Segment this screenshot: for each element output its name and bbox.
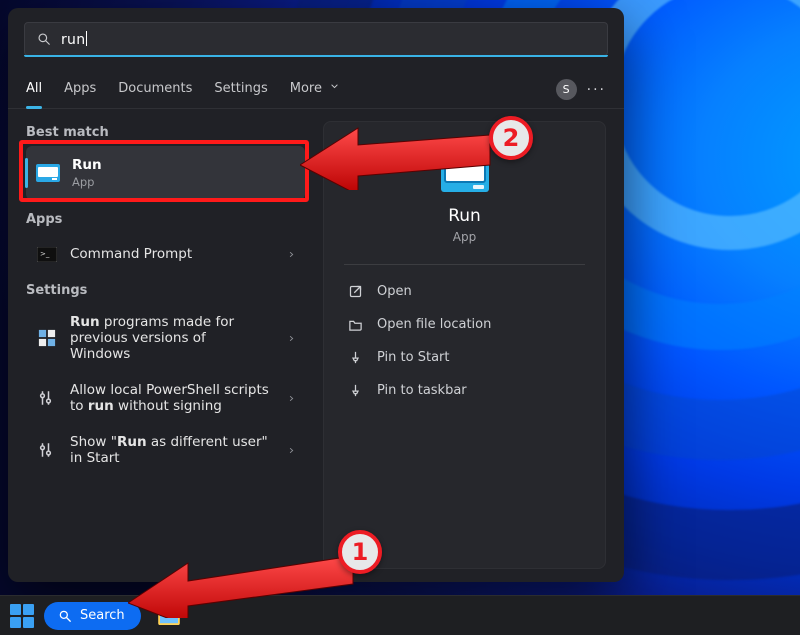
annotation-badge-1: 1 <box>338 530 382 574</box>
taskbar-search-button[interactable]: Search <box>44 602 141 630</box>
open-icon <box>348 284 363 299</box>
result-title: Command Prompt <box>70 246 192 262</box>
tab-all[interactable]: All <box>26 71 42 108</box>
tab-apps[interactable]: Apps <box>64 71 96 108</box>
chevron-right-icon <box>288 333 295 344</box>
chevron-right-icon <box>288 393 295 404</box>
filter-tabs: All Apps Documents Settings More <box>26 71 339 108</box>
result-compat-troubleshooter[interactable]: Run programs made for previous versions … <box>26 304 305 372</box>
account-avatar[interactable]: S <box>556 79 577 100</box>
search-icon <box>37 32 51 46</box>
sliders-icon <box>36 439 58 461</box>
pin-icon <box>348 383 363 398</box>
action-label: Pin to Start <box>377 350 449 365</box>
result-powershell-local-scripts[interactable]: Allow local PowerShell scripts to run wi… <box>26 372 305 424</box>
run-app-icon <box>36 161 60 185</box>
start-search-flyout: run All Apps Documents Settings More S ·… <box>8 8 624 582</box>
result-run-app[interactable]: Run App <box>26 146 305 200</box>
result-title: Show "Run as different user" in Start <box>70 434 270 466</box>
svg-text:>_: >_ <box>40 250 50 258</box>
chevron-down-icon <box>330 82 339 91</box>
action-pin-to-taskbar[interactable]: Pin to taskbar <box>344 374 585 407</box>
taskbar-search-label: Search <box>80 608 125 623</box>
settings-section-label: Settings <box>26 283 305 298</box>
result-title: Run programs made for previous versions … <box>70 314 270 362</box>
chevron-right-icon <box>288 249 295 260</box>
settings-icon <box>36 327 58 349</box>
result-subtitle: App <box>72 175 102 189</box>
taskbar: Search <box>0 595 800 635</box>
preview-title: Run <box>344 206 585 226</box>
annotation-arrow-2 <box>300 110 500 190</box>
preview-subtitle: App <box>344 230 585 244</box>
folder-icon <box>348 317 363 332</box>
sliders-icon <box>36 387 58 409</box>
result-command-prompt[interactable]: >_ Command Prompt <box>26 233 305 275</box>
search-query-text: run <box>61 32 85 48</box>
action-label: Open <box>377 284 412 299</box>
annotation-arrow-1 <box>128 548 358 618</box>
action-pin-to-start[interactable]: Pin to Start <box>344 341 585 374</box>
search-icon <box>58 609 72 623</box>
action-open-file-location[interactable]: Open file location <box>344 308 585 341</box>
start-button[interactable] <box>10 604 34 628</box>
chevron-right-icon <box>288 445 295 456</box>
terminal-icon: >_ <box>36 243 58 265</box>
action-open[interactable]: Open <box>344 275 585 308</box>
action-label: Pin to taskbar <box>377 383 467 398</box>
apps-section-label: Apps <box>26 212 305 227</box>
tab-documents[interactable]: Documents <box>118 71 192 108</box>
tab-settings[interactable]: Settings <box>214 71 267 108</box>
annotation-badge-2: 2 <box>489 116 533 160</box>
search-input[interactable]: run <box>24 22 608 56</box>
pin-icon <box>348 350 363 365</box>
result-title: Run <box>72 157 102 173</box>
best-match-label: Best match <box>26 125 305 140</box>
result-run-as-different-user[interactable]: Show "Run as different user" in Start <box>26 424 305 476</box>
action-label: Open file location <box>377 317 491 332</box>
tab-more[interactable]: More <box>290 71 339 108</box>
result-title: Allow local PowerShell scripts to run wi… <box>70 382 270 414</box>
more-menu-button[interactable]: ··· <box>587 82 606 98</box>
